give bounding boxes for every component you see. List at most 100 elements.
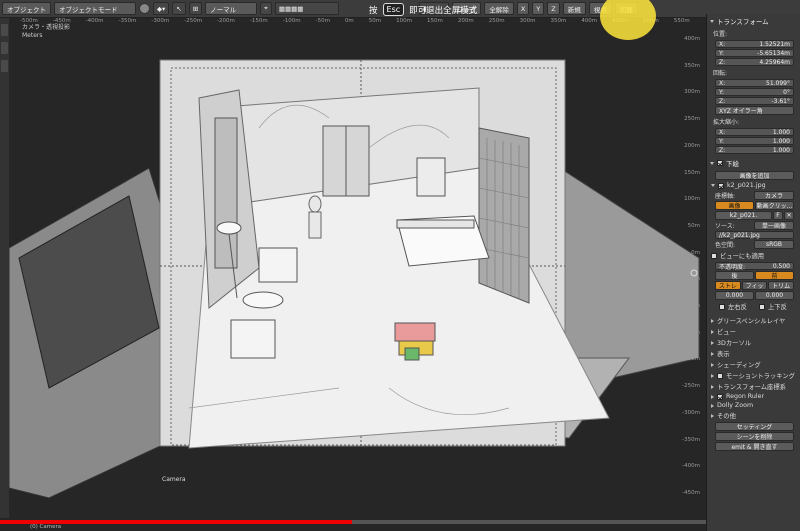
snap-toggle[interactable]: ⌖ xyxy=(260,2,272,15)
location-z-field[interactable]: Z: 4.25964m xyxy=(715,58,794,66)
layers-grid[interactable]: ▦▦▦▦ xyxy=(274,2,339,15)
axis-z-button[interactable]: Z xyxy=(547,2,560,15)
colorspace-dropdown[interactable]: sRGB xyxy=(754,240,794,249)
panel-section[interactable]: その他 xyxy=(707,410,800,421)
view-as-render-row[interactable]: ビューにも適用 xyxy=(707,250,800,261)
checkbox-icon[interactable] xyxy=(718,182,724,189)
flip-y-toggle[interactable]: 上下反 xyxy=(755,301,794,312)
viewport-info: カメラ・透視投影 Meters xyxy=(22,24,70,40)
checkbox-icon[interactable] xyxy=(717,160,723,166)
close-icon[interactable]: ✕ xyxy=(784,211,794,220)
ruler-tick-label: -350m xyxy=(682,436,700,443)
axis-y-button[interactable]: Y xyxy=(532,2,545,15)
view-as-render-label: ビューにも適用 xyxy=(720,253,765,260)
fullscreen-hint: 按 Esc 即可退出全屏模式 xyxy=(369,3,477,16)
panel-section[interactable]: グリースペンシルレイヤ xyxy=(707,315,800,326)
tab-movie-clip[interactable]: 動画クリッ... xyxy=(755,201,794,210)
ruler-tick-label: -200m xyxy=(217,18,235,24)
back-button[interactable]: 後 xyxy=(715,271,754,280)
panel-section[interactable]: シェーディング xyxy=(707,359,800,370)
shading-dropdown[interactable]: ノーマル xyxy=(205,2,258,15)
checkbox-icon[interactable] xyxy=(711,252,717,259)
background-images-header[interactable]: 下絵 xyxy=(707,156,800,170)
tool-shelf-tab[interactable] xyxy=(1,42,8,54)
transform-panel-header[interactable]: トランスフォーム xyxy=(707,14,800,28)
panel-section[interactable]: ビュー xyxy=(707,326,800,337)
rotation-y-field[interactable]: Y: 0° xyxy=(715,88,794,96)
rotation-mode-dropdown[interactable]: XYZ オイラー角 xyxy=(715,106,794,115)
tab-image[interactable]: 画像 xyxy=(715,201,754,210)
expand-icon xyxy=(711,403,714,408)
viewport-shading-icon[interactable] xyxy=(139,3,150,14)
checkbox-icon[interactable] xyxy=(759,303,765,310)
axis-dropdown[interactable]: カメラ xyxy=(754,191,794,200)
front-button[interactable]: 前 xyxy=(755,271,794,280)
axis-label: Z: xyxy=(719,97,726,105)
section-label: モーショントラッキング xyxy=(726,373,795,380)
progress-bar[interactable] xyxy=(0,520,800,524)
offset-x-field[interactable]: 0.000 xyxy=(715,291,754,300)
ruler-tick-label: 550m xyxy=(673,18,690,24)
add-image-button[interactable]: 画像を追加 xyxy=(715,171,794,180)
more-button[interactable]: emit & 開き直す xyxy=(715,442,794,451)
manipulator-toggle[interactable]: ↖ xyxy=(172,2,186,15)
checkbox-icon[interactable] xyxy=(717,393,723,400)
opacity-field[interactable]: 不透明度: 0.500 xyxy=(715,262,794,271)
axis-x-button[interactable]: X xyxy=(516,2,530,15)
stretch-button[interactable]: ストレ xyxy=(715,281,741,290)
panel-section[interactable]: 表示 xyxy=(707,348,800,359)
tool-shelf-tab[interactable] xyxy=(1,24,8,36)
panel-section[interactable]: Dolly Zoom xyxy=(707,401,800,410)
source-dropdown[interactable]: 単一画像 xyxy=(754,221,794,230)
object-mode-dropdown[interactable]: オブジェクトモード xyxy=(54,2,136,15)
file-path-field[interactable]: //k2_p021.jpg xyxy=(715,231,794,239)
axis-label: Z: xyxy=(719,146,726,154)
esc-key: Esc xyxy=(382,3,405,16)
crop-button[interactable]: トリム xyxy=(768,281,795,290)
object-menu-button[interactable]: オブジェクト xyxy=(2,2,51,15)
tool-shelf-tab[interactable] xyxy=(1,60,8,72)
new-button[interactable]: 新規 xyxy=(562,2,586,15)
section-label: トランスフォーム座標系 xyxy=(717,384,786,391)
checkbox-icon[interactable] xyxy=(719,303,725,310)
flip-x-toggle[interactable]: 左右反 xyxy=(715,301,754,312)
settings-button[interactable]: セッティング xyxy=(715,422,794,431)
pivot-dropdown[interactable]: ◆▾ xyxy=(153,2,170,15)
location-y-field[interactable]: Y: -5.65134m xyxy=(715,49,794,57)
rotation-z-field[interactable]: Z: -3.61° xyxy=(715,97,794,105)
panel-section[interactable]: トランスフォーム座標系 xyxy=(707,381,800,392)
offset-row: 0.000 0.000 xyxy=(715,291,794,300)
ruler-tick-label: 0m xyxy=(344,18,354,24)
panel-section[interactable]: 3Dカーソル xyxy=(707,337,800,348)
ruler-tick-label: 300m xyxy=(684,89,700,96)
panel-section[interactable]: Regon Ruler xyxy=(707,392,800,401)
shading-label: ノーマル xyxy=(210,5,237,14)
panel-section[interactable]: モーショントラッキング xyxy=(707,370,800,381)
image-entry[interactable]: k2_p021.jpg xyxy=(707,181,800,190)
tool-shelf-strip[interactable] xyxy=(0,18,9,518)
source-tabs: 画像 動画クリッ... xyxy=(715,201,794,210)
scale-x-field[interactable]: X: 1.000 xyxy=(715,128,794,136)
scale-z-field[interactable]: Z: 1.000 xyxy=(715,146,794,154)
ruler-tick-label: -350m xyxy=(118,18,137,24)
clear-button[interactable]: 全解除 xyxy=(484,2,514,15)
transform-title: トランスフォーム xyxy=(717,18,769,26)
ruler-tick-label: -150m xyxy=(682,329,700,336)
axis-label: 座標軸: xyxy=(715,193,736,200)
reset-scene-button[interactable]: シーンを削除 xyxy=(715,432,794,441)
fake-user-button[interactable]: F xyxy=(773,211,783,220)
rotation-x-field[interactable]: X: 51.099° xyxy=(715,79,794,87)
ruler-tick-label: -200m xyxy=(682,356,700,363)
active-object-label: (0) Camera xyxy=(30,524,62,530)
image-slot[interactable]: k2_p021. xyxy=(715,211,772,220)
value-text: -5.65134m xyxy=(757,49,790,57)
offset-y-field[interactable]: 0.000 xyxy=(755,291,794,300)
checkbox-icon[interactable] xyxy=(717,372,723,379)
collapsed-sections: グリースペンシルレイヤ ビュー 3Dカーソル表示 シェーディングモーショントラッキング… xyxy=(707,315,800,421)
layer-toggle[interactable]: ⊞ xyxy=(188,2,203,15)
3d-viewport[interactable] xyxy=(9,28,705,518)
scale-y-field[interactable]: Y: 1.000 xyxy=(715,137,794,145)
location-x-field[interactable]: X: 1.52521m xyxy=(715,40,794,48)
fit-button[interactable]: フィッ xyxy=(741,281,768,290)
section-label: 表示 xyxy=(717,351,730,358)
